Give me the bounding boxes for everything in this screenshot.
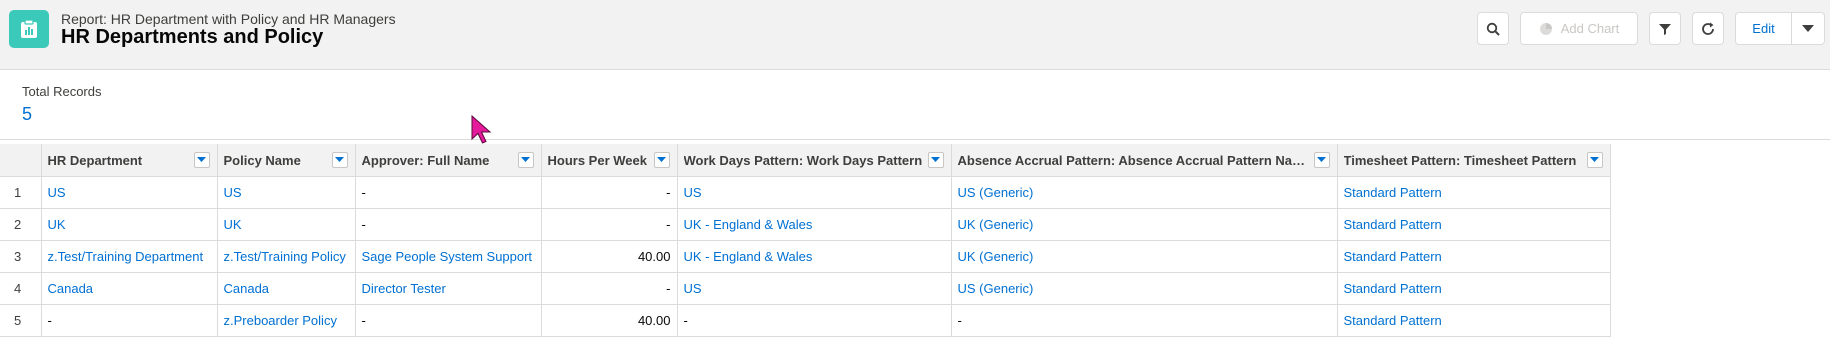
refresh-button[interactable] <box>1692 12 1724 45</box>
row-number: 2 <box>0 208 42 241</box>
column-header[interactable]: Work Days Pattern: Work Days Pattern <box>677 144 952 177</box>
table-row: 2 UK UK - - UK - England & Wales UK (Gen… <box>0 208 1611 241</box>
table-cell: 40.00 <box>541 304 678 337</box>
table-row: 1 US US - - US US (Generic) Standard Pat… <box>0 176 1611 209</box>
add-chart-button[interactable]: Add Chart <box>1520 12 1638 45</box>
table-cell-link[interactable]: UK - England & Wales <box>677 240 952 273</box>
column-menu-button[interactable] <box>517 152 534 168</box>
search-button[interactable] <box>1477 12 1509 45</box>
table-cell-link[interactable]: US (Generic) <box>951 176 1338 209</box>
column-header[interactable]: Policy Name <box>217 144 356 177</box>
column-header-label: Timesheet Pattern: Timesheet Pattern <box>1343 152 1577 168</box>
column-header-label: Absence Accrual Pattern: Absence Accrual… <box>957 152 1309 168</box>
column-menu-button[interactable] <box>653 152 670 168</box>
chevron-down-icon <box>931 157 940 162</box>
column-menu-button[interactable] <box>1586 152 1603 168</box>
table-row: 3 z.Test/Training Department z.Test/Trai… <box>0 240 1611 273</box>
table-cell-link[interactable]: Sage People System Support <box>355 240 542 273</box>
table-cell: 40.00 <box>541 240 678 273</box>
chevron-down-icon <box>521 157 530 162</box>
row-number: 1 <box>0 176 42 209</box>
table-cell-link[interactable]: UK <box>217 208 356 241</box>
column-header[interactable]: Approver: Full Name <box>355 144 542 177</box>
chevron-down-icon <box>1590 157 1599 162</box>
table-cell-link[interactable]: US <box>41 176 218 209</box>
column-header-label: Policy Name <box>223 152 301 168</box>
table-cell: - <box>677 304 952 337</box>
table-cell: - <box>355 176 542 209</box>
edit-button[interactable]: Edit <box>1736 13 1792 44</box>
table-cell-link[interactable]: z.Preboarder Policy <box>217 304 356 337</box>
report-header: Report: HR Department with Policy and HR… <box>0 0 1830 70</box>
table-cell-link[interactable]: US <box>677 272 952 305</box>
more-actions-button[interactable] <box>1792 13 1824 44</box>
row-number: 3 <box>0 240 42 273</box>
table-cell-link[interactable]: Canada <box>217 272 356 305</box>
row-number: 4 <box>0 272 42 305</box>
chevron-down-icon <box>657 157 666 162</box>
table-cell: - <box>541 176 678 209</box>
table-cell-link[interactable]: UK - England & Wales <box>677 208 952 241</box>
column-menu-button[interactable] <box>1313 152 1330 168</box>
table-cell-link[interactable]: Standard Pattern <box>1337 208 1611 241</box>
chevron-down-icon <box>335 157 344 162</box>
column-menu-button[interactable] <box>193 152 210 168</box>
table-cell-link[interactable]: US <box>677 176 952 209</box>
table-cell-link[interactable]: UK (Generic) <box>951 208 1338 241</box>
table-cell-link[interactable]: Standard Pattern <box>1337 272 1611 305</box>
filter-button[interactable] <box>1649 12 1681 45</box>
row-number-header <box>0 144 42 177</box>
table-cell-link[interactable]: z.Test/Training Policy <box>217 240 356 273</box>
column-header[interactable]: HR Department <box>41 144 218 177</box>
column-header-label: Approver: Full Name <box>361 152 490 168</box>
table-cell: - <box>541 272 678 305</box>
table-cell: - <box>355 304 542 337</box>
table-row: 4 Canada Canada Director Tester - US US … <box>0 272 1611 305</box>
table-cell-link[interactable]: Canada <box>41 272 218 305</box>
chevron-down-icon <box>1317 157 1326 162</box>
filter-icon <box>1659 23 1671 35</box>
table-cell-link[interactable]: z.Test/Training Department <box>41 240 218 273</box>
table-cell: - <box>41 304 218 337</box>
table-row: 5 - z.Preboarder Policy - 40.00 - - Stan… <box>0 304 1611 337</box>
table-header-row: HR Department Policy Name Approver: Full… <box>0 144 1611 177</box>
column-header[interactable]: Absence Accrual Pattern: Absence Accrual… <box>951 144 1338 177</box>
column-header[interactable]: Hours Per Week <box>541 144 678 177</box>
page-title: HR Departments and Policy <box>61 26 324 48</box>
search-icon <box>1486 22 1500 36</box>
chevron-down-icon <box>197 157 206 162</box>
divider <box>0 139 1830 140</box>
report-table-container: HR Department Policy Name Approver: Full… <box>0 144 1611 337</box>
table-cell-link[interactable]: Standard Pattern <box>1337 240 1611 273</box>
edit-button-group: Edit <box>1735 12 1825 45</box>
table-cell-link[interactable]: US <box>217 176 356 209</box>
table-cell: - <box>355 208 542 241</box>
column-header-label: HR Department <box>47 152 143 168</box>
table-cell-link[interactable]: Standard Pattern <box>1337 176 1611 209</box>
report-subtitle: Report: HR Department with Policy and HR… <box>61 11 396 27</box>
add-chart-label: Add Chart <box>1560 21 1620 36</box>
report-table: HR Department Policy Name Approver: Full… <box>0 144 1611 337</box>
row-number: 5 <box>0 304 42 337</box>
refresh-icon <box>1702 22 1714 35</box>
total-records-value: 5 <box>22 104 33 124</box>
table-cell: - <box>951 304 1338 337</box>
column-header[interactable]: Timesheet Pattern: Timesheet Pattern <box>1337 144 1611 177</box>
chevron-down-icon <box>1802 24 1814 32</box>
table-cell-link[interactable]: UK (Generic) <box>951 240 1338 273</box>
table-cell: - <box>541 208 678 241</box>
table-cell-link[interactable]: Standard Pattern <box>1337 304 1611 337</box>
total-records-label: Total Records <box>22 84 102 99</box>
column-header-label: Hours Per Week <box>547 152 647 168</box>
column-menu-button[interactable] <box>927 152 944 168</box>
table-cell-link[interactable]: Director Tester <box>355 272 542 305</box>
chart-icon <box>1539 22 1552 35</box>
table-cell-link[interactable]: US (Generic) <box>951 272 1338 305</box>
table-cell-link[interactable]: UK <box>41 208 218 241</box>
column-header-label: Work Days Pattern: Work Days Pattern <box>683 152 923 168</box>
column-menu-button[interactable] <box>331 152 348 168</box>
report-icon <box>9 10 49 48</box>
mouse-cursor-icon <box>471 114 493 150</box>
